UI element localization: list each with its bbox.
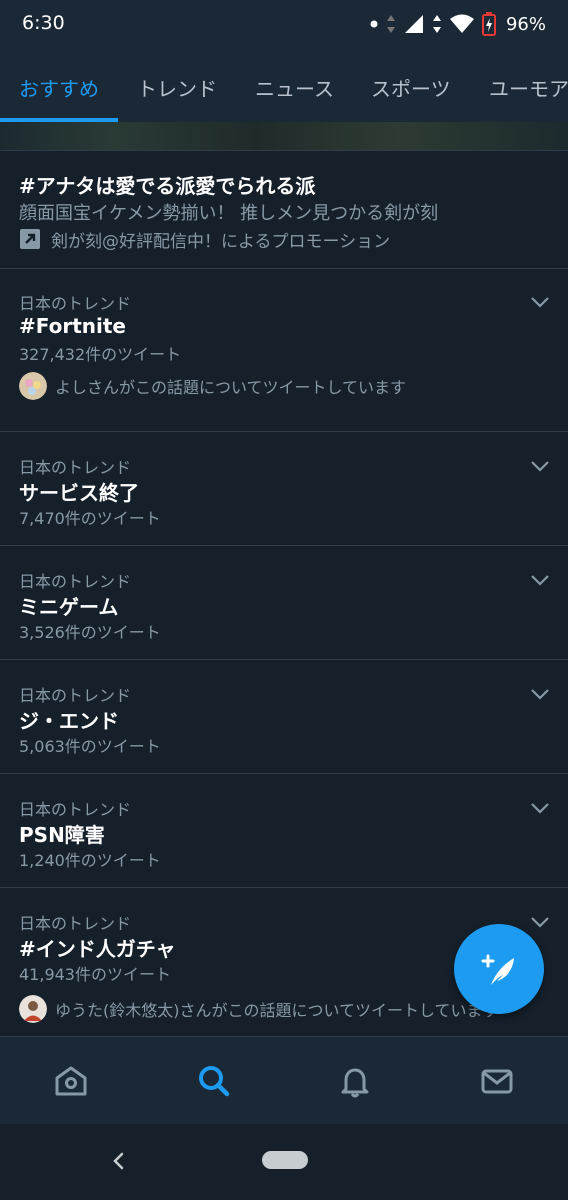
trend-user-context: よしさんがこの話題についてツイートしています [19, 371, 559, 401]
data-arrows-icon [386, 15, 395, 33]
trend-location: 日本のトレンド [19, 294, 132, 313]
trend-name: #インド人ガチャ [19, 937, 176, 961]
trend-user-text: よしさんがこの話題についてツイートしています [55, 378, 407, 397]
chevron-down-icon[interactable] [530, 915, 550, 929]
nav-notifications[interactable] [335, 1061, 375, 1101]
trend-name: ミニゲーム [19, 595, 119, 619]
trend-tweet-count: 7,470件のツイート [19, 509, 161, 528]
signal-icon [404, 15, 423, 33]
divider [0, 268, 568, 269]
divider [0, 773, 568, 774]
chevron-down-icon[interactable] [530, 801, 550, 815]
trend-name: サービス終了 [19, 481, 139, 505]
divider [0, 150, 568, 151]
hero-image[interactable] [0, 122, 568, 150]
bell-icon [341, 1068, 369, 1098]
nav-home[interactable] [51, 1061, 91, 1101]
trend-name: #Fortnite [19, 314, 126, 338]
promoted-by-text: 剣が刻@好評配信中！によるプロモーション [51, 231, 391, 252]
chevron-down-icon[interactable] [530, 295, 550, 309]
compose-feather-icon [481, 954, 514, 985]
status-icons: 96% [370, 10, 546, 38]
trend-location: 日本のトレンド [19, 458, 132, 477]
battery-icon [481, 12, 496, 36]
avatar [19, 995, 47, 1023]
system-nav-bar [0, 1124, 568, 1200]
home-icon [55, 1066, 87, 1096]
divider [0, 545, 568, 546]
home-pill[interactable] [262, 1151, 308, 1169]
wifi-icon [449, 14, 474, 33]
tab-recommended[interactable]: おすすめ [19, 73, 99, 102]
back-icon[interactable] [108, 1150, 130, 1172]
promoted-by-line: 剣が刻@好評配信中！によるプロモーション [19, 227, 391, 252]
trend-location: 日本のトレンド [19, 572, 132, 591]
status-time: 6:30 [22, 12, 65, 34]
compose-tweet-button[interactable] [454, 924, 544, 1014]
explore-tabs: おすすめ トレンド ニュース スポーツ ユーモア [0, 48, 568, 122]
nav-search[interactable] [194, 1061, 234, 1101]
divider [0, 431, 568, 432]
search-icon [199, 1066, 230, 1097]
trend-tweet-count: 5,063件のツイート [19, 737, 161, 756]
bottom-nav [0, 1036, 568, 1125]
dot-icon [370, 20, 378, 28]
trend-location: 日本のトレンド [19, 800, 132, 819]
battery-percent: 96% [505, 13, 546, 35]
trend-tweet-count: 41,943件のツイート [19, 965, 171, 984]
trend-user-text: ゆうた(鈴木悠太)さんがこの話題についてツイートしています [55, 1001, 499, 1020]
tab-humor[interactable]: ユーモア [489, 73, 568, 102]
chevron-down-icon[interactable] [530, 459, 550, 473]
divider [0, 887, 568, 888]
trend-tweet-count: 327,432件のツイート [19, 345, 182, 364]
chevron-down-icon[interactable] [530, 687, 550, 701]
trend-location: 日本のトレンド [19, 914, 132, 933]
promo-description: 顔面国宝イケメン勢揃い！ 推しメン見つかる剣が刻 [19, 203, 439, 224]
trend-tweet-count: 3,526件のツイート [19, 623, 161, 642]
nav-messages[interactable] [477, 1061, 517, 1101]
promo-title: #アナタは愛でる派愛でられる派 [19, 174, 316, 198]
avatar [19, 372, 47, 400]
trend-tweet-count: 1,240件のツイート [19, 851, 161, 870]
trend-location: 日本のトレンド [19, 686, 132, 705]
chevron-down-icon[interactable] [530, 573, 550, 587]
trend-name: PSN障害 [19, 823, 105, 847]
tab-news[interactable]: ニュース [255, 73, 334, 102]
promoted-icon [20, 229, 40, 249]
wifi-arrows-icon [432, 15, 441, 33]
envelope-icon [481, 1069, 513, 1094]
tab-sports[interactable]: スポーツ [371, 73, 451, 102]
tab-trends[interactable]: トレンド [137, 73, 217, 102]
divider [0, 659, 568, 660]
status-bar: 6:30 96% [0, 0, 568, 48]
trend-name: ジ・エンド [19, 709, 119, 733]
